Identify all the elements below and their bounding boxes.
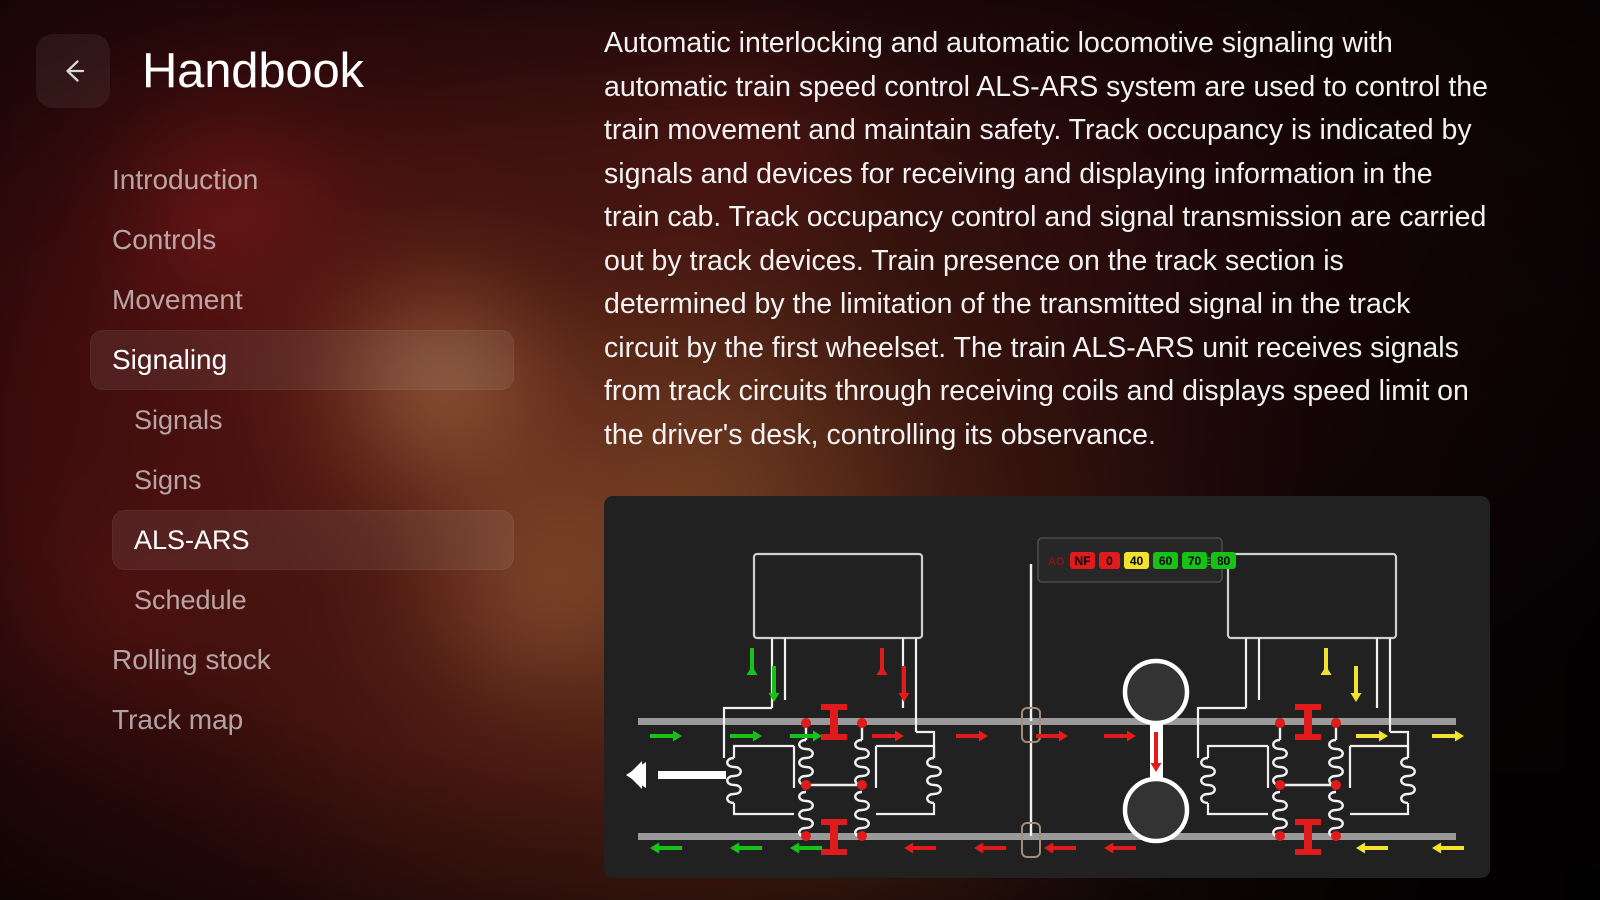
flow-arrow-left-down [768,666,780,702]
sidebar-item-als-ars[interactable]: ALS-ARS [112,510,514,570]
sidebar-item-label: Signaling [112,344,228,375]
insulated-joints [821,704,1321,855]
flow-arrow-bottom-occupied [974,842,1006,854]
sidebar-item-movement[interactable]: Movement [90,270,514,330]
sidebar-item-label: ALS-ARS [134,524,250,555]
cab-speed-indicator: AO NF 0 40 60 70 80 ES [1037,537,1236,583]
diagram-svg: AO NF 0 40 60 70 80 ES [626,537,1464,858]
handbook-screen: Handbook Introduction Controls Movement Sig… [0,0,1600,900]
flow-arrow-bottom-occupied [904,842,936,854]
flow-arrow-top-occupied [1104,730,1136,742]
flow-arrow-bottom-caution [1356,842,1388,854]
flow-arrow-bottom-caution [1432,842,1464,854]
flow-arrow-top-caution [1432,730,1464,742]
sidebar-item-signs[interactable]: Signs [112,450,514,510]
sidebar-item-label: Movement [112,284,243,315]
sidebar-item-introduction[interactable]: Introduction [90,150,514,210]
flow-arrow-top-clear [650,730,682,742]
sidebar-item-label: Schedule [134,584,247,615]
flow-arrow-left-out-up [876,648,888,675]
indicator-label-ao: AO [1048,556,1065,568]
page-title: Handbook [142,43,364,98]
flow-arrow-top-caution [1356,730,1388,742]
indicator-cell-label: 80 [1217,554,1231,568]
indicator-cell-label: 60 [1159,554,1173,568]
sidebar-item-label: Introduction [112,164,259,195]
flow-arrow-bottom-occupied [1104,842,1136,854]
sidebar-item-signaling[interactable]: Signaling [90,330,514,390]
flow-arrow-bottom-clear [730,842,762,854]
flow-arrow-left-out-down [898,666,910,702]
flow-arrow-bottom-clear [650,842,682,854]
flow-arrow-bottom-occupied [1044,842,1076,854]
right-equipment-box [1226,552,1398,640]
flow-arrow-top-occupied [872,730,904,742]
header: Handbook [0,0,364,142]
indicator-cell-label: 70 [1188,554,1202,568]
sidebar-item-rolling-stock[interactable]: Rolling stock [90,630,514,690]
flow-arrow-bottom-clear [790,842,822,854]
arrow-left-icon [56,54,90,88]
indicator-cell-label: 0 [1106,554,1113,568]
article-paragraph: Automatic interlocking and automatic loc… [604,27,1488,451]
indicator-label-es: ES [1204,556,1219,568]
article-content: Automatic interlocking and automatic loc… [604,22,1490,457]
train-direction-arrow [626,761,726,789]
sidebar-item-label: Signals [134,404,223,435]
sidebar-item-schedule[interactable]: Schedule [112,570,514,630]
flow-arrow-right-down [1350,666,1362,702]
left-equipment-box [752,552,924,640]
sidebar-item-label: Signs [134,464,202,495]
sidebar-item-track-map[interactable]: Track map [90,690,514,750]
indicator-cell-label: 40 [1130,554,1144,568]
sidebar-item-controls[interactable]: Controls [90,210,514,270]
flow-arrow-left-up [746,648,758,675]
flow-arrow-top-occupied [956,730,988,742]
sidebar-item-label: Controls [112,224,217,255]
flow-arrow-top-clear [730,730,762,742]
sidebar-item-label: Track map [112,704,244,735]
sidebar-item-label: Rolling stock [112,644,271,675]
als-ars-track-circuit-diagram: AO NF 0 40 60 70 80 ES [604,496,1490,878]
indicator-cell-label: NF [1075,554,1091,568]
flow-arrow-right-up [1320,648,1332,675]
sidebar-nav: Introduction Controls Movement Signaling Sig… [0,150,560,750]
back-button[interactable] [36,34,110,108]
sidebar-item-signals[interactable]: Signals [112,390,514,450]
